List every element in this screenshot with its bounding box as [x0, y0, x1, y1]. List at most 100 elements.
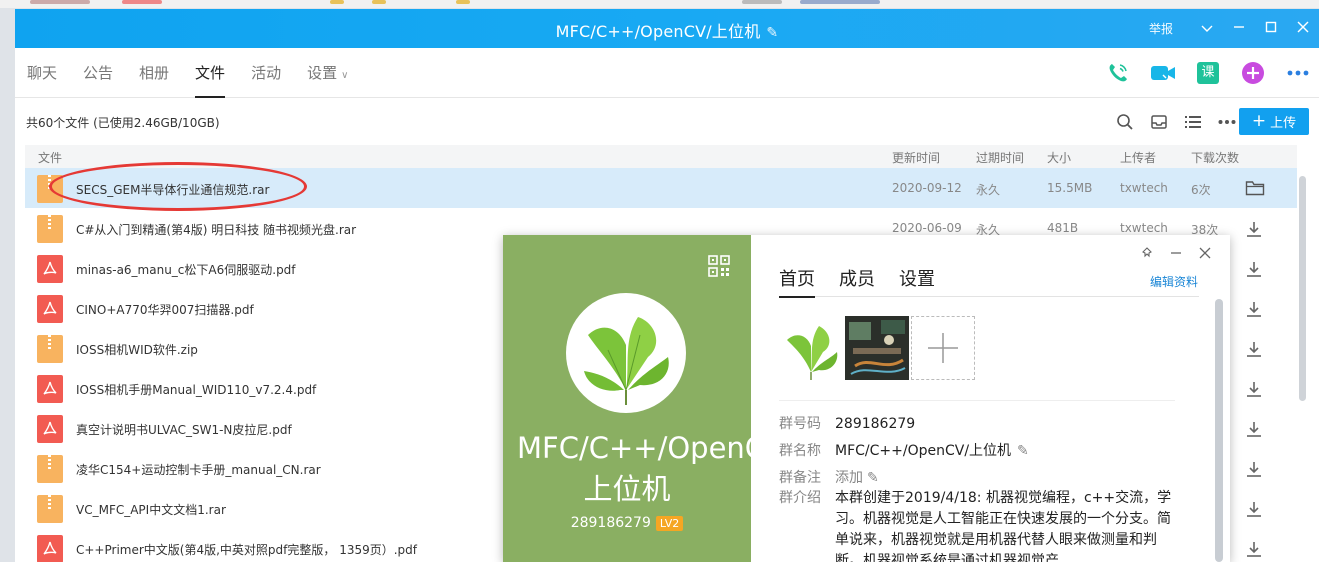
list-view-icon[interactable] — [1182, 111, 1204, 133]
column-file[interactable]: 文件 — [38, 149, 62, 166]
upload-label: 上传 — [1270, 116, 1297, 131]
file-name[interactable]: VC_MFC_API中文文档1.rar — [76, 501, 226, 518]
more-options-icon[interactable] — [1216, 111, 1238, 133]
close-icon[interactable] — [1287, 21, 1319, 37]
scrollbar-thumb[interactable] — [1299, 176, 1306, 401]
file-name[interactable]: IOSS相机手册Manual_WID110_v7.2.4.pdf — [76, 381, 316, 398]
column-downloads[interactable]: 下载次数 — [1191, 149, 1239, 166]
group-profile-panel: MFC/C++/OpenCV/上位机 289186279 LV2 — [503, 235, 795, 562]
add-photo-button[interactable] — [911, 316, 975, 380]
group-remark-row: 群备注 添加 ✎ — [779, 467, 879, 487]
popup-scrollbar[interactable] — [1215, 299, 1223, 562]
group-name-large: MFC/C++/OpenCV/上位机 — [517, 431, 795, 506]
group-title: MFC/C++/OpenCV/上位机 — [555, 22, 761, 41]
pin-icon[interactable] — [1137, 244, 1157, 262]
file-updated: 2020-09-12 — [892, 181, 962, 195]
tab-group-settings[interactable]: 设置 — [899, 265, 935, 297]
scrollbar-thumb[interactable] — [1215, 299, 1223, 562]
file-name[interactable]: 真空计说明书ULVAC_SW1-N皮拉尼.pdf — [76, 421, 292, 438]
plus-icon — [928, 333, 958, 363]
pdf-file-icon — [37, 415, 63, 443]
tab-activity[interactable]: 活动 — [251, 48, 281, 98]
tab-files[interactable]: 文件 — [195, 48, 226, 98]
file-name[interactable]: CINO+A770华羿007扫描器.pdf — [76, 301, 254, 318]
file-name[interactable]: 凌华C154+运动控制卡手册_manual_CN.rar — [76, 461, 321, 478]
file-name[interactable]: minas-a6_manu_c松下A6伺服驱动.pdf — [76, 261, 296, 278]
column-expiry[interactable]: 过期时间 — [976, 149, 1024, 166]
more-icon[interactable] — [1285, 61, 1311, 85]
column-updated[interactable]: 更新时间 — [892, 149, 940, 166]
group-id-value: 289186279 — [835, 416, 916, 432]
group-nav: 聊天 公告 相册 文件 活动 设置 ∨ 课 — [15, 48, 1319, 98]
upload-button[interactable]: + 上传 — [1239, 108, 1309, 135]
qr-code-icon[interactable] — [708, 255, 730, 277]
file-updated: 2020-06-09 — [892, 221, 962, 235]
download-icon[interactable] — [1245, 220, 1265, 238]
group-avatar[interactable] — [566, 293, 686, 413]
popup-tabs: 首页 成员 设置 — [779, 265, 1199, 298]
minimize-icon[interactable] — [1223, 21, 1255, 37]
tab-settings[interactable]: 设置 ∨ — [307, 48, 348, 98]
group-remark-label: 群备注 — [779, 470, 821, 486]
minimize-icon[interactable] — [1166, 244, 1186, 262]
group-intro-label: 群介绍 — [779, 490, 821, 506]
download-icon[interactable] — [1245, 420, 1265, 438]
add-app-icon[interactable] — [1240, 61, 1266, 85]
edit-profile-link[interactable]: 编辑资料 — [1150, 273, 1198, 290]
video-call-icon[interactable] — [1150, 61, 1176, 85]
file-name[interactable]: C++Primer中文版(第4版,中英对照pdf完整版， 1359页）.pdf — [76, 541, 417, 558]
window-title: MFC/C++/OpenCV/上位机 ✎ — [15, 18, 1319, 42]
close-icon[interactable] — [1195, 244, 1215, 262]
chevron-down-icon: ∨ — [341, 70, 349, 81]
folder-icon[interactable] — [1245, 180, 1265, 198]
report-button[interactable]: 举报 — [1149, 20, 1173, 37]
archive-file-icon — [37, 215, 63, 243]
tab-chat[interactable]: 聊天 — [27, 48, 57, 98]
inbox-icon[interactable] — [1148, 111, 1170, 133]
file-downloads: 6次 — [1191, 183, 1211, 197]
download-icon[interactable] — [1245, 260, 1265, 278]
add-remark-link[interactable]: 添加 — [835, 470, 863, 486]
tab-home[interactable]: 首页 — [779, 265, 815, 298]
course-label: 课 — [1197, 62, 1219, 84]
download-icon[interactable] — [1245, 300, 1265, 318]
dropdown-chevron-icon[interactable] — [1191, 21, 1223, 37]
pdf-file-icon — [37, 535, 63, 562]
tab-album[interactable]: 相册 — [139, 48, 169, 98]
download-icon[interactable] — [1245, 460, 1265, 478]
voice-call-icon[interactable] — [1105, 61, 1131, 85]
storage-summary: 共60个文件 (已使用2.46GB/10GB) — [26, 116, 220, 130]
edit-title-icon[interactable]: ✎ — [766, 25, 778, 41]
search-icon[interactable] — [1114, 111, 1136, 133]
file-size: 481B — [1047, 221, 1079, 235]
group-name-row: 群名称 MFC/C++/OpenCV/上位机 ✎ — [779, 440, 1029, 460]
archive-file-icon — [37, 495, 63, 523]
album-photo[interactable] — [845, 316, 909, 380]
download-icon[interactable] — [1245, 500, 1265, 518]
file-uploader: txwtech — [1120, 181, 1168, 195]
file-name[interactable]: C#从入门到精通(第4版) 明日科技 随书视频光盘.rar — [76, 221, 356, 238]
machine-photo-image — [845, 316, 909, 380]
file-toolbar: 共60个文件 (已使用2.46GB/10GB) + 上传 — [15, 99, 1319, 145]
download-icon[interactable] — [1245, 380, 1265, 398]
album-photo[interactable] — [779, 316, 843, 380]
maximize-icon[interactable] — [1255, 21, 1287, 37]
group-id-label: 群号码 — [779, 416, 821, 432]
column-size[interactable]: 大小 — [1047, 149, 1071, 166]
download-icon[interactable] — [1245, 340, 1265, 358]
tab-members[interactable]: 成员 — [839, 265, 875, 297]
file-size: 15.5MB — [1047, 181, 1093, 195]
edit-remark-icon[interactable]: ✎ — [867, 470, 879, 486]
file-list-scrollbar[interactable] — [1298, 168, 1307, 562]
pdf-file-icon — [37, 295, 63, 323]
course-icon[interactable]: 课 — [1195, 61, 1221, 85]
window-controls: 举报 — [1149, 9, 1319, 48]
file-name[interactable]: IOSS相机WID软件.zip — [76, 341, 198, 358]
tab-announcement[interactable]: 公告 — [83, 48, 113, 98]
group-id: 289186279 — [570, 515, 651, 531]
title-bar: MFC/C++/OpenCV/上位机 ✎ 举报 — [15, 9, 1319, 48]
download-icon[interactable] — [1245, 540, 1265, 558]
column-uploader[interactable]: 上传者 — [1120, 149, 1156, 166]
group-id-line: 289186279 LV2 — [503, 515, 751, 531]
edit-name-icon[interactable]: ✎ — [1017, 443, 1029, 459]
